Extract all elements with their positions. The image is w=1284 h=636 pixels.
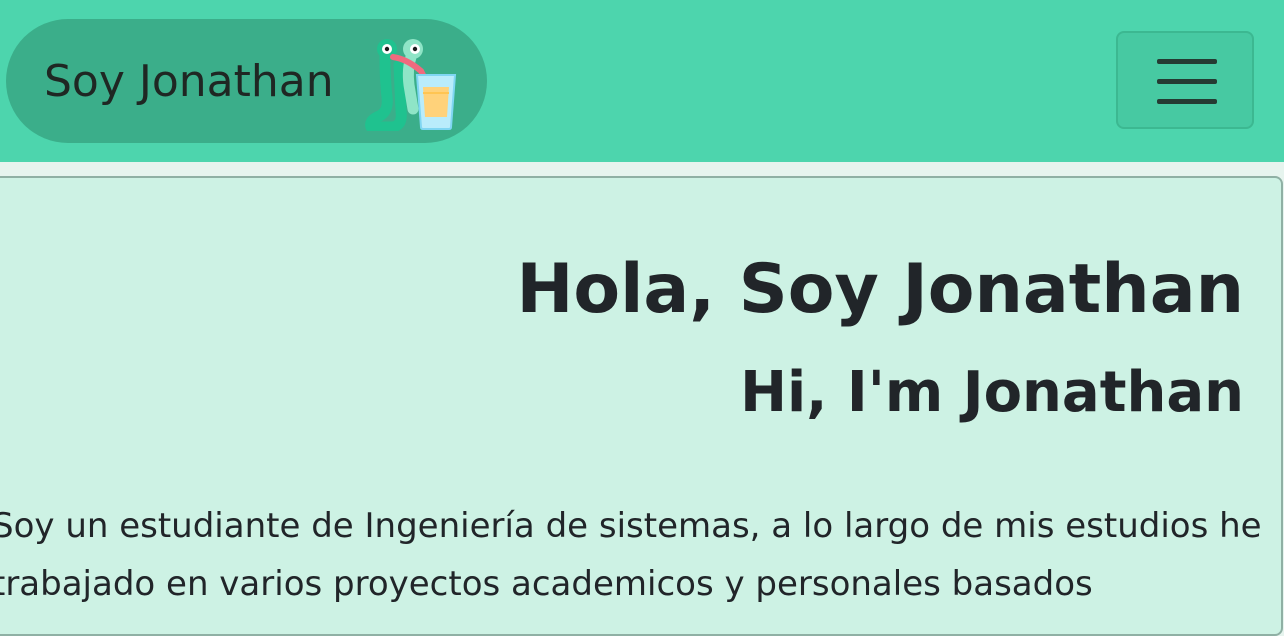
navbar-toggler-button[interactable] (1116, 31, 1254, 129)
navbar: Soy Jonathan (0, 0, 1284, 162)
page-title: Hola, Soy Jonathan (516, 250, 1244, 329)
brand-link[interactable]: Soy Jonathan (6, 19, 487, 143)
brand-text: Soy Jonathan (44, 55, 334, 107)
page-subtitle: Hi, I'm Jonathan (740, 360, 1244, 425)
hamburger-menu-icon-bar-middle (1157, 79, 1217, 84)
hamburger-menu-icon-bar-top (1157, 59, 1217, 64)
intro-paragraph: Soy un estudiante de Ingeniería de siste… (0, 506, 1262, 604)
worm-drinking-juice-icon (365, 39, 457, 131)
hamburger-menu-icon-bar-bottom (1157, 99, 1217, 104)
